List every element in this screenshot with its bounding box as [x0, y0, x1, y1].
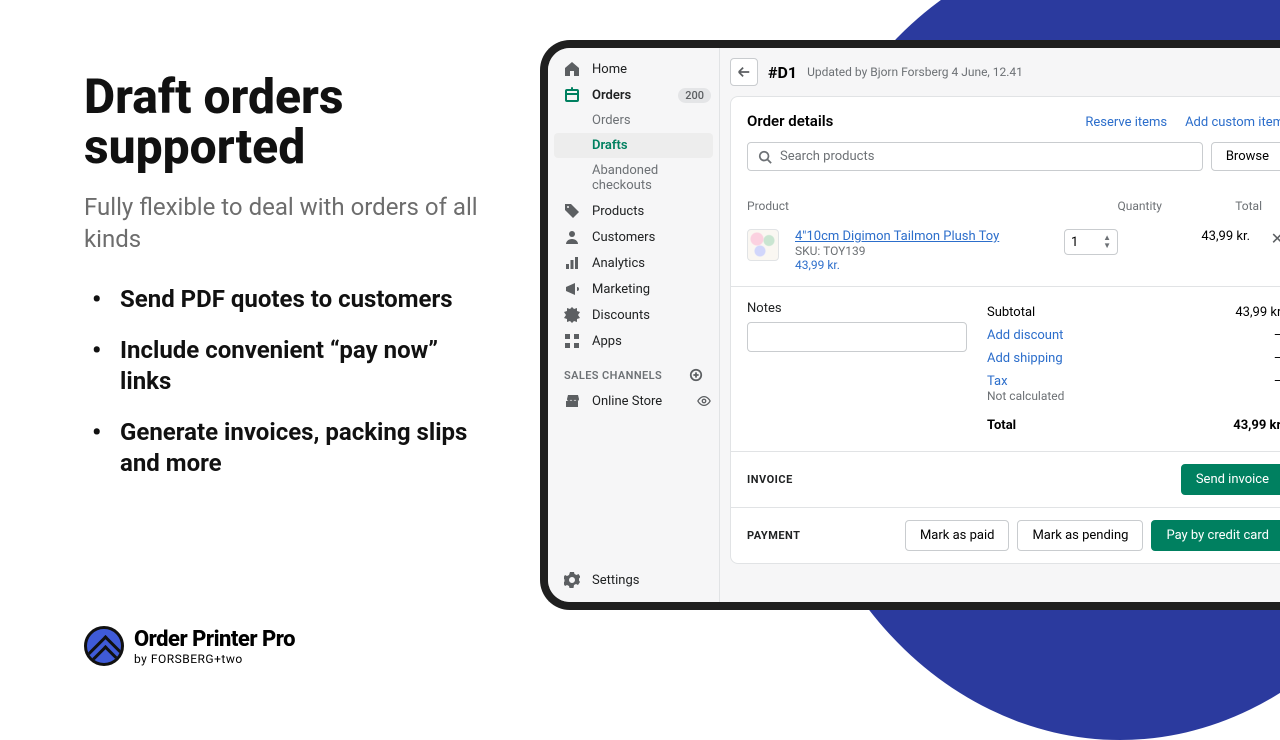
search-placeholder: Search products [780, 149, 874, 164]
shipping-value: — [1274, 351, 1280, 366]
sidebar-item-label: Products [592, 204, 644, 219]
sidebar-item-products[interactable]: Products [548, 198, 719, 224]
sidebar-item-customers[interactable]: Customers [548, 224, 719, 250]
promo-bullet: Generate invoices, packing slips and mor… [84, 417, 494, 479]
sidebar-item-label: Settings [592, 573, 639, 588]
sidebar-sub-abandoned[interactable]: Abandoned checkouts [548, 158, 719, 198]
promo-panel: Draft orders supported Fully flexible to… [84, 72, 494, 500]
order-meta: Updated by Bjorn Forsberg 4 June, 12.41 [807, 65, 1023, 79]
add-channel-icon[interactable] [689, 368, 703, 382]
col-total: Total [1162, 199, 1262, 213]
sidebar-item-label: Online Store [592, 394, 662, 409]
home-icon [564, 61, 580, 77]
add-shipping-link[interactable]: Add shipping [987, 351, 1063, 366]
invoice-label: INVOICE [747, 473, 793, 486]
search-products-input[interactable]: Search products [747, 142, 1203, 171]
remove-line-button[interactable]: ✕ [1262, 229, 1280, 248]
send-invoice-button[interactable]: Send invoice [1181, 464, 1280, 495]
invoice-section: INVOICE Send invoice [731, 452, 1280, 508]
add-custom-item-link[interactable]: Add custom item [1185, 115, 1280, 130]
sidebar-item-settings[interactable]: Settings [548, 567, 719, 602]
browse-button[interactable]: Browse [1211, 142, 1280, 171]
sidebar-item-label: Apps [592, 334, 622, 349]
sidebar-item-label: Orders [592, 88, 631, 103]
product-sku: SKU: TOY139 [795, 244, 1052, 258]
product-thumbnail [747, 229, 779, 261]
sidebar-sub-drafts[interactable]: Drafts [554, 133, 713, 158]
person-icon [564, 229, 580, 245]
order-id: #D1 [768, 63, 797, 82]
card-title: Order details [747, 112, 833, 130]
quantity-stepper[interactable]: 1 ▲▼ [1064, 229, 1118, 255]
orders-count-badge: 200 [678, 88, 711, 103]
discount-icon [564, 307, 580, 323]
line-total: 43,99 kr. [1140, 229, 1250, 244]
content-area: #D1 Updated by Bjorn Forsberg 4 June, 12… [720, 48, 1280, 602]
payment-label: PAYMENT [747, 529, 800, 542]
tax-sublabel: Not calculated [987, 389, 1064, 403]
col-product: Product [747, 199, 1076, 213]
gear-icon [564, 572, 580, 588]
sidebar-item-analytics[interactable]: Analytics [548, 250, 719, 276]
page-header: #D1 Updated by Bjorn Forsberg 4 June, 12… [720, 48, 1280, 96]
mark-as-pending-button[interactable]: Mark as pending [1017, 520, 1143, 551]
tax-link[interactable]: Tax [987, 374, 1064, 389]
subtotal-label: Subtotal [987, 305, 1035, 320]
stepper-arrows-icon: ▲▼ [1103, 234, 1111, 250]
sidebar-item-online-store[interactable]: Online Store [548, 388, 719, 414]
sidebar-section-sales-channels: SALES CHANNELS [548, 354, 719, 388]
sidebar-item-home[interactable]: Home [548, 56, 719, 82]
brand-byline: by FORSBERG+two [134, 652, 295, 666]
sidebar-section-label: SALES CHANNELS [564, 369, 662, 382]
line-item-row: 4"10cm Digimon Tailmon Plush Toy SKU: TO… [731, 221, 1280, 287]
col-quantity: Quantity [1076, 199, 1162, 213]
notes-input[interactable] [747, 322, 967, 352]
reserve-items-link[interactable]: Reserve items [1085, 115, 1167, 130]
notes-label: Notes [747, 301, 967, 316]
line-items-header: Product Quantity Total [731, 185, 1280, 221]
product-name-link[interactable]: 4"10cm Digimon Tailmon Plush Toy [795, 229, 1052, 244]
pay-by-card-button[interactable]: Pay by credit card [1151, 520, 1280, 551]
discount-value: — [1274, 328, 1280, 343]
quantity-value: 1 [1071, 235, 1078, 250]
total-value: 43,99 kr. [1233, 418, 1280, 433]
sidebar-item-orders[interactable]: Orders 200 [548, 82, 719, 108]
app-window: Home Orders 200 Orders Drafts Abandoned … [540, 40, 1280, 610]
sidebar-item-apps[interactable]: Apps [548, 328, 719, 354]
megaphone-icon [564, 281, 580, 297]
eye-icon[interactable] [697, 394, 711, 408]
bar-chart-icon [564, 255, 580, 271]
promo-subtitle: Fully flexible to deal with orders of al… [84, 191, 494, 256]
sidebar-item-label: Marketing [592, 282, 650, 297]
brand-name: Order Printer Pro [134, 627, 295, 652]
promo-bullet: Include convenient “pay now” links [84, 335, 494, 397]
tax-value: — [1274, 374, 1280, 389]
sidebar-item-label: Analytics [592, 256, 645, 271]
sidebar-item-label: Customers [592, 230, 655, 245]
sidebar-item-label: Home [592, 62, 627, 77]
back-button[interactable] [730, 58, 758, 86]
search-icon [758, 150, 772, 164]
mark-as-paid-button[interactable]: Mark as paid [905, 520, 1010, 551]
total-label: Total [987, 418, 1016, 433]
order-summary: Subtotal 43,99 kr. Add discount — Add sh… [987, 301, 1280, 437]
apps-icon [564, 333, 580, 349]
sidebar-item-marketing[interactable]: Marketing [548, 276, 719, 302]
order-details-card: Order details Reserve items Add custom i… [730, 96, 1280, 564]
sidebar-item-discounts[interactable]: Discounts [548, 302, 719, 328]
store-icon [564, 393, 580, 409]
sidebar-item-label: Discounts [592, 308, 650, 323]
subtotal-value: 43,99 kr. [1235, 305, 1280, 320]
payment-section: PAYMENT Mark as paid Mark as pending Pay… [731, 508, 1280, 563]
promo-bullet: Send PDF quotes to customers [84, 284, 494, 315]
product-unit-price: 43,99 kr. [795, 258, 1052, 272]
tag-icon [564, 203, 580, 219]
orders-icon [564, 87, 580, 103]
brand-footer: Order Printer Pro by FORSBERG+two [84, 626, 295, 666]
add-discount-link[interactable]: Add discount [987, 328, 1063, 343]
sidebar: Home Orders 200 Orders Drafts Abandoned … [548, 48, 720, 602]
sidebar-sub-orders[interactable]: Orders [548, 108, 719, 133]
brand-logo-icon [84, 626, 124, 666]
promo-title: Draft orders supported [84, 72, 494, 173]
